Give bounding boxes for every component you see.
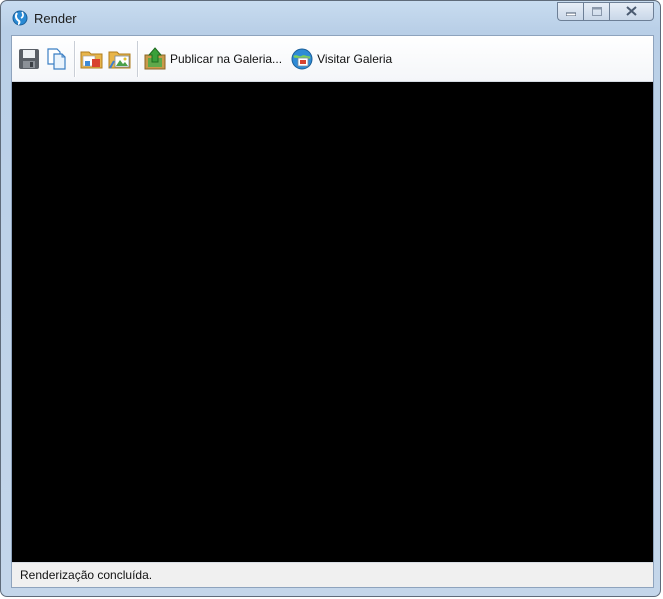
save-button[interactable] bbox=[15, 44, 43, 74]
render-canvas[interactable] bbox=[12, 82, 653, 562]
minimize-icon bbox=[565, 5, 576, 19]
close-icon bbox=[626, 4, 637, 19]
visit-gallery-icon bbox=[290, 47, 314, 71]
close-button[interactable] bbox=[609, 2, 654, 21]
publish-gallery-button[interactable]: Publicar na Galeria... bbox=[141, 44, 284, 74]
globe-icon bbox=[12, 10, 28, 26]
open-folder-button[interactable] bbox=[78, 44, 106, 74]
toolbar: Publicar na Galeria... Visitar Galeria bbox=[12, 36, 653, 82]
maximize-button[interactable] bbox=[583, 2, 609, 21]
visit-gallery-label: Visitar Galeria bbox=[317, 51, 393, 66]
upload-gallery-icon bbox=[143, 46, 167, 71]
maximize-icon bbox=[591, 5, 602, 19]
minimize-button[interactable] bbox=[557, 2, 583, 21]
toolbar-separator bbox=[137, 40, 138, 77]
folder-image-button[interactable] bbox=[106, 44, 134, 74]
open-folder-icon bbox=[80, 47, 104, 71]
save-icon bbox=[17, 47, 41, 71]
visit-gallery-button[interactable]: Visitar Galeria bbox=[288, 44, 394, 74]
status-text: Renderização concluída. bbox=[20, 568, 153, 582]
publish-gallery-label: Publicar na Galeria... bbox=[170, 51, 283, 66]
caption-buttons bbox=[557, 2, 654, 22]
folder-image-icon bbox=[108, 47, 132, 71]
status-bar: Renderização concluída. bbox=[12, 562, 653, 587]
copy-button[interactable] bbox=[43, 44, 71, 74]
copy-document-icon bbox=[45, 47, 69, 71]
window-title: Render bbox=[34, 11, 77, 26]
toolbar-separator bbox=[74, 40, 75, 77]
client-area: Publicar na Galeria... Visitar Galeria R… bbox=[11, 35, 654, 588]
render-window: Render Publicar na Galeria... Visitar Ga… bbox=[0, 0, 661, 597]
title-bar[interactable]: Render bbox=[1, 1, 660, 35]
